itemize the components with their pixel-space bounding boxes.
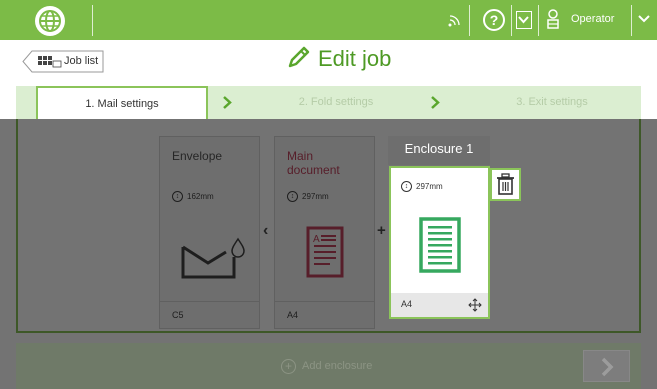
envelope-card[interactable]: Envelope ↕ 162mm C5 bbox=[159, 136, 260, 329]
move-icon[interactable] bbox=[467, 297, 483, 313]
chevron-right-icon bbox=[601, 357, 614, 377]
edit-job-screen: { "topbar": { "user_label": "Operator", … bbox=[0, 0, 657, 389]
main-document-title: Main document bbox=[287, 149, 340, 177]
envelope-icon bbox=[181, 237, 245, 279]
top-bar: ? Operator bbox=[0, 0, 657, 40]
separator bbox=[511, 5, 512, 36]
enclosure-card[interactable]: ↕ 297mm A4 bbox=[389, 166, 490, 319]
separator bbox=[469, 5, 470, 36]
tab-exit-settings[interactable]: 3. Exit settings bbox=[472, 86, 632, 119]
job-list-label: Job list bbox=[64, 55, 99, 67]
size-icon: ↕ bbox=[172, 191, 183, 202]
envelope-title: Envelope bbox=[172, 149, 223, 163]
signal-icon[interactable] bbox=[446, 8, 464, 32]
enclosure-header: Enclosure 1 bbox=[388, 136, 490, 165]
enclosure-size-value: 297mm bbox=[416, 182, 443, 191]
svg-text:A: A bbox=[313, 234, 320, 245]
help-icon[interactable]: ? bbox=[483, 9, 505, 31]
delete-enclosure-button[interactable] bbox=[490, 168, 521, 201]
trash-icon bbox=[497, 173, 514, 195]
tab-mail-settings[interactable]: 1. Mail settings bbox=[36, 86, 208, 121]
main-document-format: A4 bbox=[287, 310, 299, 320]
size-icon: ↕ bbox=[287, 191, 298, 202]
globe-logo-icon[interactable] bbox=[35, 6, 65, 36]
job-list-back-button[interactable]: Job list bbox=[22, 50, 104, 73]
next-button[interactable] bbox=[583, 350, 630, 382]
document-icon: A bbox=[306, 226, 344, 278]
chevron-down-icon[interactable] bbox=[637, 11, 653, 29]
step-bar: 1. Mail settings 2. Fold settings 3. Exi… bbox=[16, 86, 641, 121]
tab-label: 2. Fold settings bbox=[298, 96, 374, 108]
page-title: Edit job bbox=[318, 46, 392, 71]
plus-icon: + bbox=[377, 222, 386, 239]
main-document-size: ↕ 297mm bbox=[287, 191, 329, 202]
tab-label: 1. Mail settings bbox=[85, 98, 159, 110]
tab-label: 3. Exit settings bbox=[516, 96, 588, 108]
step-arrow-icon bbox=[223, 96, 232, 109]
page-title-wrap: Edit job bbox=[286, 44, 391, 74]
main-document-footer: A4 bbox=[275, 301, 374, 328]
bottom-bar-dimmed: + Add enclosure bbox=[16, 343, 641, 389]
add-enclosure-button[interactable]: + Add enclosure bbox=[281, 356, 386, 376]
operator-label[interactable]: Operator bbox=[571, 13, 614, 25]
operator-icon[interactable] bbox=[545, 8, 561, 32]
enclosure-footer: A4 bbox=[391, 293, 488, 317]
envelope-format: C5 bbox=[172, 310, 184, 320]
add-enclosure-label: Add enclosure bbox=[302, 360, 373, 372]
enclosure-format: A4 bbox=[401, 299, 413, 309]
chevron-left-icon: ‹ bbox=[263, 222, 269, 239]
separator bbox=[538, 5, 539, 36]
main-document-card[interactable]: Main document ↕ 297mm A A4 bbox=[274, 136, 375, 329]
pencil-icon bbox=[286, 44, 312, 75]
enclosure-title: Enclosure 1 bbox=[404, 141, 474, 156]
content-area: Envelope ↕ 162mm C5 Main document ↕ 297m… bbox=[16, 119, 641, 333]
step-arrow-icon bbox=[431, 96, 440, 109]
envelope-size: ↕ 162mm bbox=[172, 191, 214, 202]
enclosure-size: ↕ 297mm bbox=[401, 181, 443, 192]
separator bbox=[92, 5, 93, 36]
size-icon: ↕ bbox=[401, 181, 412, 192]
add-icon: + bbox=[281, 358, 296, 374]
tab-fold-settings[interactable]: 2. Fold settings bbox=[266, 86, 406, 119]
separator bbox=[631, 5, 632, 36]
document-icon bbox=[419, 217, 461, 273]
envelope-size-value: 162mm bbox=[187, 192, 214, 201]
envelope-footer: C5 bbox=[160, 301, 259, 328]
chevron-down-icon[interactable] bbox=[516, 11, 532, 29]
main-document-size-value: 297mm bbox=[302, 192, 329, 201]
